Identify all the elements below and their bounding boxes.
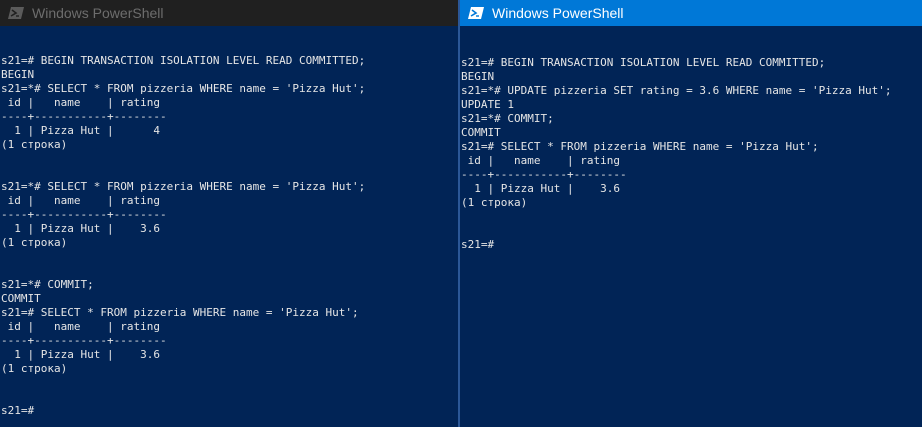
- terminal-line: BEGIN: [1, 68, 35, 81]
- terminal-line: (1 строка): [1, 138, 68, 151]
- terminal-line: s21=# BEGIN TRANSACTION ISOLATION LEVEL …: [461, 56, 826, 69]
- powershell-icon: [8, 6, 24, 20]
- terminal-line: id | name | rating: [461, 154, 620, 167]
- terminal-line: s21=# SELECT * FROM pizzeria WHERE name …: [461, 140, 819, 153]
- terminal-line: s21=# SELECT * FROM pizzeria WHERE name …: [1, 306, 359, 319]
- window-title-right: Windows PowerShell: [492, 5, 624, 21]
- terminal-line: BEGIN: [461, 70, 495, 83]
- window-title-left: Windows PowerShell: [32, 5, 164, 21]
- terminal-line: 1 | Pizza Hut | 4: [1, 124, 160, 137]
- title-bar-right[interactable]: Windows PowerShell: [460, 0, 922, 26]
- terminal-line: COMMIT: [461, 126, 501, 139]
- terminal-output-right[interactable]: s21=# BEGIN TRANSACTION ISOLATION LEVEL …: [460, 26, 922, 252]
- title-bar-left[interactable]: Windows PowerShell: [0, 0, 458, 26]
- terminal-line: ----+-----------+--------: [1, 334, 167, 347]
- terminal-line: 1 | Pizza Hut | 3.6: [1, 348, 160, 361]
- terminal-line: s21=*# COMMIT;: [461, 112, 554, 125]
- terminal-line: 1 | Pizza Hut | 3.6: [461, 182, 620, 195]
- powershell-window-right[interactable]: Windows PowerShell s21=# BEGIN TRANSACTI…: [460, 0, 922, 427]
- terminal-output-left[interactable]: s21=# BEGIN TRANSACTION ISOLATION LEVEL …: [0, 26, 458, 418]
- terminal-line: s21=*# UPDATE pizzeria SET rating = 3.6 …: [461, 84, 892, 97]
- terminal-line: 1 | Pizza Hut | 3.6: [1, 222, 160, 235]
- terminal-line: s21=#: [461, 238, 495, 251]
- powershell-icon: [468, 6, 484, 20]
- terminal-line: s21=*# COMMIT;: [1, 278, 94, 291]
- terminal-line: s21=*# SELECT * FROM pizzeria WHERE name…: [1, 82, 366, 95]
- terminal-line: id | name | rating: [1, 320, 160, 333]
- terminal-line: (1 строка): [1, 362, 68, 375]
- terminal-line: (1 строка): [461, 196, 528, 209]
- terminal-line: id | name | rating: [1, 194, 160, 207]
- terminal-line: s21=#: [1, 404, 35, 417]
- terminal-line: ----+-----------+--------: [1, 110, 167, 123]
- terminal-line: id | name | rating: [1, 96, 160, 109]
- powershell-window-left[interactable]: Windows PowerShell s21=# BEGIN TRANSACTI…: [0, 0, 458, 427]
- terminal-line: s21=# BEGIN TRANSACTION ISOLATION LEVEL …: [1, 54, 366, 67]
- terminal-line: (1 строка): [1, 236, 68, 249]
- terminal-line: ----+-----------+--------: [461, 168, 627, 181]
- terminal-line: UPDATE 1: [461, 98, 514, 111]
- terminal-line: ----+-----------+--------: [1, 208, 167, 221]
- terminal-line: COMMIT: [1, 292, 41, 305]
- terminal-line: s21=*# SELECT * FROM pizzeria WHERE name…: [1, 180, 366, 193]
